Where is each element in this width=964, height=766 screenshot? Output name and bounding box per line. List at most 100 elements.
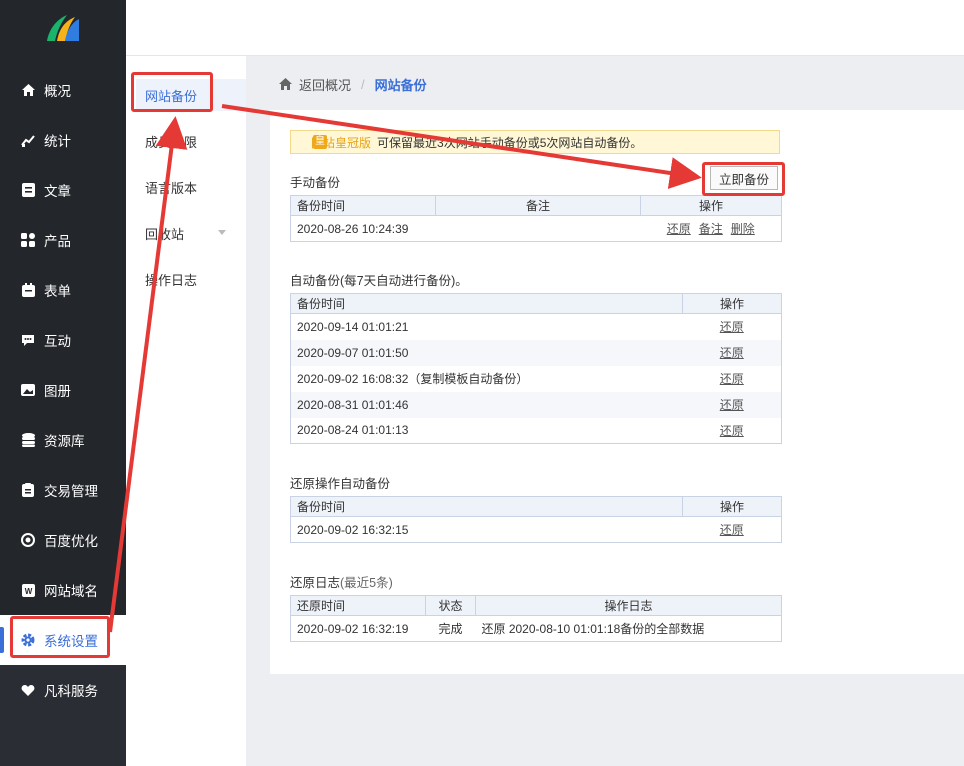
subnav-item-recycle[interactable]: 回收站 xyxy=(136,217,246,249)
backup-time: 2020-08-26 10:24:39 xyxy=(297,221,409,236)
restore-link[interactable]: 还原 xyxy=(720,523,744,537)
table-row: 2020-08-26 10:24:39 还原 备注 删除 xyxy=(291,216,782,242)
database-icon xyxy=(20,432,36,448)
table-row: 2020-08-24 01:01:13 还原 xyxy=(291,418,782,444)
notice-text: 可保留最近3次网站手动备份或5次网站自动备份。 xyxy=(377,135,643,150)
column-header: 操作 xyxy=(682,293,782,314)
form-icon xyxy=(20,282,36,298)
heart-icon xyxy=(20,682,36,698)
subnav-item-logs[interactable]: 操作日志 xyxy=(136,263,246,295)
backup-note xyxy=(436,216,641,242)
home-icon xyxy=(20,82,36,98)
nav-item-label: 资源库 xyxy=(44,434,85,449)
nav-item-resources[interactable]: 资源库 xyxy=(0,415,126,465)
restore-log-text: 还原 2020-08-10 01:01:18备份的全部数据 xyxy=(481,622,705,636)
column-header: 备份时间 xyxy=(290,293,683,314)
restore-link[interactable]: 还原 xyxy=(720,398,744,412)
backup-time: 2020-09-07 01:01:50 xyxy=(290,339,683,366)
nav-item-trade[interactable]: 交易管理 xyxy=(0,465,126,515)
nav-item-interaction[interactable]: 互动 xyxy=(0,315,126,365)
svg-text:W: W xyxy=(24,587,32,596)
nav-item-label: 网站域名 xyxy=(44,584,98,599)
manual-backup-table: 备份时间 备注 操作 2020-08-26 10:24:39 还原 备注 删除 xyxy=(290,195,782,242)
restore-link[interactable]: 还原 xyxy=(720,424,744,438)
nav-item-label: 文章 xyxy=(44,184,71,199)
annotation-box-settings xyxy=(10,616,110,658)
gallery-icon xyxy=(20,382,36,398)
table-row: 2020-09-02 16:32:15 还原 xyxy=(291,517,782,543)
annotation-box-backup-button xyxy=(702,162,785,196)
top-header xyxy=(126,0,964,56)
app-logo[interactable] xyxy=(0,0,126,56)
subnav-item-label: 回收站 xyxy=(145,226,185,242)
nav-item-label: 表单 xyxy=(44,284,71,299)
article-icon xyxy=(20,182,36,198)
column-header: 备注 xyxy=(435,195,641,216)
restore-log-table: 还原时间 状态 操作日志 2020-09-02 16:32:19 完成 还原 2… xyxy=(290,595,782,642)
manual-backup-title: 手动备份 xyxy=(290,176,341,190)
row-actions: 还原 备注 删除 xyxy=(641,216,782,242)
nav-item-label: 统计 xyxy=(44,134,71,149)
nav-item-label: 交易管理 xyxy=(44,484,98,499)
auto-backup-title: 自动备份(每7天自动进行备份)。 xyxy=(290,274,468,288)
breadcrumb-back-link[interactable]: 返回概况 xyxy=(299,75,351,94)
column-header: 还原时间 xyxy=(290,595,426,616)
caret-down-icon xyxy=(218,230,226,235)
column-header: 备份时间 xyxy=(290,195,436,216)
domain-icon: W xyxy=(20,582,36,598)
note-link[interactable]: 备注 xyxy=(699,222,723,236)
subnav-item-languages[interactable]: 语言版本 xyxy=(136,171,246,203)
trade-icon xyxy=(20,482,36,498)
nav-item-forms[interactable]: 表单 xyxy=(0,265,126,315)
settings-subnav: 网站备份 成员权限 语言版本 回收站 操作日志 xyxy=(126,56,246,766)
restore-auto-backup-title: 还原操作自动备份 xyxy=(290,477,391,491)
restore-auto-backup-table: 备份时间 操作 2020-09-02 16:32:15 还原 xyxy=(290,496,782,543)
nav-item-label: 互动 xyxy=(44,334,71,349)
nav-item-overview[interactable]: 概况 xyxy=(0,65,126,115)
nav-item-label: 百度优化 xyxy=(44,534,98,549)
restore-status: 完成 xyxy=(438,622,463,636)
restore-link[interactable]: 还原 xyxy=(720,320,744,334)
restore-link[interactable]: 还原 xyxy=(720,372,744,386)
nav-item-label: 凡科服务 xyxy=(44,684,98,699)
backup-time: 2020-09-02 16:32:15 xyxy=(297,522,409,537)
nav-item-label: 概况 xyxy=(44,84,71,99)
restore-link[interactable]: 还原 xyxy=(720,346,744,360)
backup-panel: 皇 网站皇冠版 可保留最近3次网站手动备份或5次网站自动备份。 手动备份 立即备… xyxy=(270,110,964,674)
restore-link[interactable]: 还原 xyxy=(667,222,691,236)
nav-item-products[interactable]: 产品 xyxy=(0,215,126,265)
delete-link[interactable]: 删除 xyxy=(731,222,755,236)
table-row: 2020-09-14 01:01:21 还原 xyxy=(291,314,782,340)
nav-item-gallery[interactable]: 图册 xyxy=(0,365,126,415)
restore-log-title-suffix: (最近5条) xyxy=(340,576,393,590)
plan-notice: 皇 网站皇冠版 可保留最近3次网站手动备份或5次网站自动备份。 xyxy=(290,130,780,154)
table-row: 2020-09-02 16:32:19 完成 还原 2020-08-10 01:… xyxy=(291,616,782,642)
breadcrumb-separator: / xyxy=(361,76,365,92)
table-row: 2020-09-02 16:08:32（复制模板自动备份） 还原 xyxy=(291,366,782,392)
chat-icon xyxy=(20,332,36,348)
backup-time: 2020-08-24 01:01:13 xyxy=(297,423,409,438)
breadcrumb-current: 网站备份 xyxy=(374,77,427,93)
backup-time: 2020-08-31 01:01:46 xyxy=(290,391,683,418)
subnav-item-members[interactable]: 成员权限 xyxy=(136,125,246,157)
column-header: 操作 xyxy=(682,496,782,517)
home-icon xyxy=(279,78,292,90)
seo-icon xyxy=(20,532,36,548)
restore-log-title-text: 还原日志 xyxy=(290,576,341,590)
nav-item-label: 图册 xyxy=(44,384,71,399)
nav-item-articles[interactable]: 文章 xyxy=(0,165,126,215)
product-icon xyxy=(20,232,36,248)
logo-icon xyxy=(47,15,79,41)
nav-item-stats[interactable]: 统计 xyxy=(0,115,126,165)
column-header: 备份时间 xyxy=(290,496,683,517)
annotation-box-backup-tab xyxy=(131,72,213,112)
nav-item-domain[interactable]: W 网站域名 xyxy=(0,565,126,615)
breadcrumb: 返回概况 / 网站备份 xyxy=(278,74,427,94)
backup-time: 2020-09-02 16:08:32（复制模板自动备份） xyxy=(297,372,529,386)
nav-item-seo[interactable]: 百度优化 xyxy=(0,515,126,565)
column-header: 状态 xyxy=(425,595,476,616)
nav-item-label: 产品 xyxy=(44,234,71,249)
restore-log-title: 还原日志(最近5条) xyxy=(290,572,393,591)
table-row: 2020-09-07 01:01:50 还原 xyxy=(290,339,782,366)
nav-item-service[interactable]: 凡科服务 xyxy=(0,665,126,715)
